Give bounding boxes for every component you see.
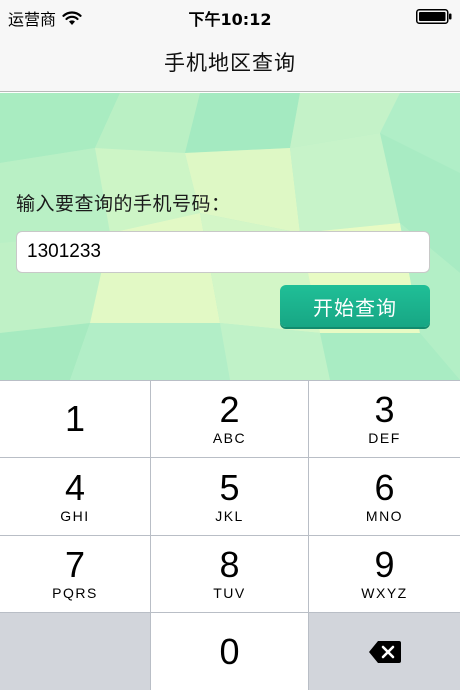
- key-digit: 3: [374, 389, 395, 430]
- status-bar: 运营商 下午10:12: [0, 0, 460, 32]
- key-2[interactable]: 2 ABC: [151, 381, 308, 457]
- numeric-keypad: 1 2 ABC 3 DEF 4 GHI 5 JKL 6 MNO 7 PQRS 8…: [0, 380, 460, 690]
- key-0[interactable]: 0: [151, 613, 308, 690]
- key-digit: 4: [64, 466, 86, 508]
- key-8[interactable]: 8 TUV: [151, 536, 308, 612]
- key-letters: PQRS: [52, 585, 98, 601]
- nav-bar: 手机地区查询: [0, 32, 460, 92]
- key-letters: MNO: [365, 507, 404, 524]
- key-digit: 1: [64, 398, 86, 439]
- key-letters: DEF: [368, 430, 401, 446]
- key-digit: 9: [374, 544, 395, 585]
- key-digit: 8: [219, 544, 240, 585]
- status-time: 下午10:12: [188, 10, 272, 29]
- key-3[interactable]: 3 DEF: [309, 381, 460, 457]
- key-letters: WXYZ: [361, 585, 408, 601]
- key-5[interactable]: 5 JKL: [151, 458, 308, 535]
- start-query-button[interactable]: 开始查询: [280, 285, 430, 327]
- phone-prompt-label: 输入要查询的手机号码：: [16, 193, 231, 215]
- key-9[interactable]: 9 WXYZ: [309, 536, 460, 612]
- key-letters: TUV: [213, 585, 246, 601]
- phone-number-input[interactable]: [16, 231, 430, 273]
- query-panel: 输入要查询的手机号码： 开始查询: [0, 93, 460, 380]
- page-title: 手机地区查询: [164, 50, 296, 75]
- backspace-icon: [368, 640, 401, 663]
- key-digit: 7: [64, 544, 86, 585]
- key-4[interactable]: 4 GHI: [0, 458, 150, 535]
- key-digit: 0: [219, 630, 240, 672]
- key-digit: 5: [219, 466, 240, 508]
- key-digit: 6: [374, 466, 395, 508]
- key-1[interactable]: 1: [0, 381, 150, 457]
- delete-key[interactable]: [309, 613, 460, 690]
- key-letters: ABC: [212, 430, 247, 446]
- battery-icon: [416, 9, 452, 24]
- key-letters: GHI: [60, 507, 90, 524]
- key-6[interactable]: 6 MNO: [309, 458, 460, 535]
- key-7[interactable]: 7 PQRS: [0, 536, 150, 612]
- key-letters: JKL: [215, 507, 244, 524]
- key-blank: [0, 613, 150, 690]
- key-digit: 2: [219, 389, 240, 430]
